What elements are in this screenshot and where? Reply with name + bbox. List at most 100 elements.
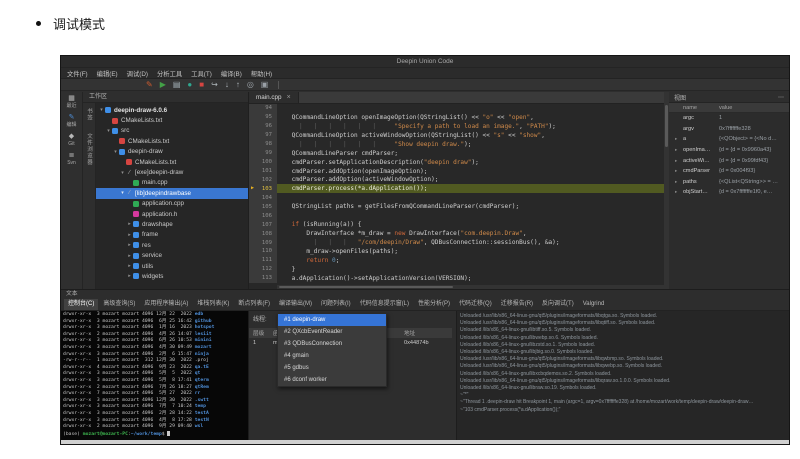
tree-expander-icon[interactable]: ▸ — [126, 232, 133, 238]
tree-expander-icon[interactable]: ▸ — [126, 263, 133, 269]
gutter-line-number[interactable]: 111 — [249, 255, 277, 265]
step-out-icon[interactable]: ↑ — [236, 80, 240, 89]
dock-item-recent[interactable]: ▦ 最近 — [61, 95, 82, 109]
scrollbar-thumb[interactable] — [665, 105, 668, 147]
bottom-tab[interactable]: 应用程序输出(A) — [140, 299, 192, 310]
expander-icon[interactable]: ▸ — [675, 179, 677, 185]
expander-icon[interactable]: ▸ — [675, 136, 677, 142]
menu-item[interactable]: 文件(F) — [67, 69, 88, 78]
gutter-line-number[interactable]: 96 — [249, 121, 277, 131]
bottom-tab[interactable]: 断点列表(F) — [234, 299, 274, 310]
tree-expander-icon[interactable]: ▾ — [119, 170, 126, 176]
code-editor[interactable]: main.cpp × 94 95 QCommandLineOption openI… — [249, 92, 664, 289]
variable-row[interactable]: ▸ openIma… {d = {d = 0x9960a43} — [669, 145, 789, 156]
bottom-tab[interactable]: 堆栈列表(K) — [193, 299, 233, 310]
gutter-line-number[interactable]: 98 — [249, 139, 277, 149]
interrupt-icon[interactable]: ◎ — [247, 80, 254, 89]
stop-icon[interactable]: ■ — [199, 80, 204, 89]
gutter-line-number[interactable]: 113 — [249, 273, 277, 283]
thread-dropdown[interactable]: #1 deepin-draw #2 QXcbEventReader #3 QDBus… — [277, 313, 387, 387]
variable-row[interactable]: argc 1 — [669, 113, 789, 124]
tree-item[interactable]: ▾ deepin-draw — [96, 147, 248, 157]
gutter-line-number[interactable]: 106 — [249, 211, 277, 221]
tree-item[interactable]: main.cpp — [96, 178, 248, 188]
gutter-line-number[interactable]: 112 — [249, 264, 277, 274]
tree-item[interactable]: CMakeLists.txt — [96, 136, 248, 146]
tree-expander-icon[interactable]: ▸ — [126, 242, 133, 248]
dock-item-git[interactable]: ◆ Git — [61, 133, 82, 147]
menu-item[interactable]: 调试(D) — [127, 69, 148, 78]
gutter-line-number[interactable]: 104 — [249, 193, 277, 203]
expander-icon[interactable]: ▸ — [675, 168, 677, 174]
tree-item[interactable]: ▸ widgets — [96, 271, 248, 281]
tree-expander-icon[interactable]: ▾ — [119, 190, 126, 196]
bottom-tab[interactable]: 迁移报告(R) — [497, 299, 537, 310]
menu-item[interactable]: 编译(B) — [221, 69, 242, 78]
gutter-line-number[interactable]: 107 — [249, 220, 277, 230]
thread-option[interactable]: #2 QXcbEventReader — [278, 326, 386, 338]
scrollbar-thumb[interactable] — [279, 286, 454, 288]
panel-menu-icon[interactable]: ⋯ — [778, 94, 784, 101]
tree-expander-icon[interactable]: ▾ — [98, 107, 105, 113]
memory-view-icon[interactable]: ▣ — [261, 80, 269, 89]
bottom-tab[interactable]: 编译输出(M) — [275, 299, 316, 310]
thread-option[interactable]: #5 gdbus — [278, 362, 386, 374]
bottom-tab[interactable]: 高级查询(S) — [99, 299, 139, 310]
thread-option[interactable]: #3 QDBusConnection — [278, 338, 386, 350]
workspace-vertical-tab[interactable]: 文件浏览器 — [85, 133, 93, 166]
gutter-line-number[interactable]: 102 — [249, 175, 277, 185]
menu-item[interactable]: 编辑(E) — [97, 69, 118, 78]
tree-expander-icon[interactable]: ▾ — [112, 149, 119, 155]
tree-expander-icon[interactable]: ▾ — [105, 128, 112, 134]
bottom-tab[interactable]: 问题列表(I) — [317, 299, 355, 310]
workspace-vertical-tab[interactable]: 书签 — [85, 108, 93, 121]
gutter-line-number[interactable]: 101 — [249, 166, 277, 176]
tree-item[interactable]: ▸ frame — [96, 230, 248, 240]
gutter-line-number[interactable]: 100 — [249, 157, 277, 167]
variable-row[interactable]: ▸ cmdParser {d = 0x004f93} — [669, 166, 789, 177]
variable-row[interactable]: ▸ a {<QObject> = {<No d… — [669, 134, 789, 145]
bottom-tab[interactable]: 代码信息提示窗(L) — [356, 299, 413, 310]
bottom-tab[interactable]: Valgrind — [579, 299, 609, 310]
code-area[interactable]: 94 95 QCommandLineOption openImageOption(… — [249, 104, 664, 285]
debug-state-icon[interactable]: ● — [187, 80, 192, 89]
tree-item[interactable]: ▾ ∕ [lib]deepindrawbase — [96, 188, 248, 199]
gutter-line-number[interactable]: 94 — [249, 104, 277, 113]
dock-item-edit[interactable]: ✎ 编辑 — [61, 114, 82, 128]
editor-tab-main-cpp[interactable]: main.cpp × — [249, 92, 299, 103]
expander-icon[interactable]: ▸ — [675, 189, 677, 195]
gutter-line-number[interactable]: 95 — [249, 112, 277, 122]
tree-expander-icon[interactable]: ▸ — [126, 253, 133, 259]
tree-item[interactable]: ▾ src — [96, 126, 248, 136]
tree-item[interactable]: CMakeLists.txt — [96, 115, 248, 125]
bottom-tab[interactable]: 性能分析(P) — [414, 299, 454, 310]
thread-option[interactable]: #4 gmain — [278, 350, 386, 362]
variable-row[interactable]: ▸ paths {<QList<QString>> = … — [669, 177, 789, 188]
tree-item[interactable]: CMakeLists.txt — [96, 157, 248, 167]
variable-row[interactable]: ▸ activeWi… {d = {d = 0x99fdf43} — [669, 155, 789, 166]
tree-item[interactable]: ▸ utils — [96, 261, 248, 271]
expander-icon[interactable]: ▸ — [675, 147, 677, 153]
console-terminal[interactable]: drwxr-xr-x 3 mozart mozart 4096 12月 22 2… — [61, 311, 248, 441]
tree-item[interactable]: ▸ service — [96, 250, 248, 260]
window-title[interactable]: Deepin Union Code — [61, 56, 789, 68]
variable-row[interactable]: argv 0x7fffffffe328 — [669, 124, 789, 135]
debugger-log[interactable]: Unloaded /usr/lib/x86_64-linux-gnu/qt5/p… — [456, 311, 789, 441]
tree-expander-icon[interactable]: ▸ — [126, 273, 133, 279]
tree-item[interactable]: ▾ ∕ [exe]deepin-draw — [96, 167, 248, 177]
gutter-line-number[interactable]: 108 — [249, 229, 277, 239]
tree-item[interactable]: application.cpp — [96, 199, 248, 209]
gutter-line-number[interactable]: 99 — [249, 148, 277, 158]
gutter-line-number[interactable]: 110 — [249, 247, 277, 256]
dock-item-svn[interactable]: ≣ Svn — [61, 152, 82, 166]
bottom-tab[interactable]: 反向调试(T) — [538, 299, 578, 310]
tree-item[interactable]: ▾ deepin-draw-6.0.6 — [96, 105, 248, 115]
menu-item[interactable]: 工具(T) — [191, 69, 212, 78]
gutter-line-number[interactable]: 105 — [249, 202, 277, 212]
close-icon[interactable]: × — [287, 94, 291, 101]
project-tree[interactable]: ▾ deepin-draw-6.0.6 CMakeLists.txt ▾ src CMak… — [96, 103, 248, 289]
thread-option[interactable]: #6 dconf worker — [278, 374, 386, 386]
thread-option[interactable]: #1 deepin-draw — [278, 314, 386, 326]
debug-continue-icon[interactable]: ▶ — [160, 80, 166, 89]
tree-expander-icon[interactable]: ▸ — [126, 221, 133, 227]
